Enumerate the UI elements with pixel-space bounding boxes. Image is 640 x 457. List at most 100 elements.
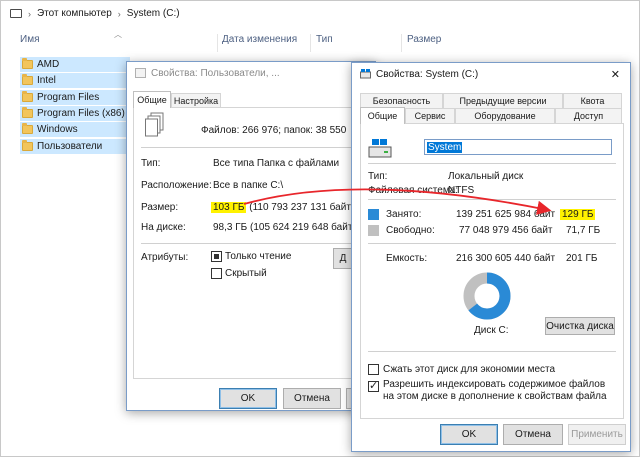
divider xyxy=(368,199,616,200)
files-icon xyxy=(145,112,164,137)
volume-name-value: System xyxy=(427,141,463,153)
tab-sharing[interactable]: Доступ xyxy=(555,108,622,123)
location-value: Все в папке C:\ xyxy=(213,180,284,191)
hidden-label[interactable]: Скрытый xyxy=(225,268,267,279)
column-size[interactable]: Размер xyxy=(407,34,441,52)
divider xyxy=(368,243,616,244)
used-bytes: 139 251 625 984 байт xyxy=(456,209,556,220)
divider xyxy=(141,243,363,244)
breadcrumb-drive[interactable]: System (C:) xyxy=(127,8,180,19)
ok-button[interactable]: OK xyxy=(219,388,277,409)
cancel-button[interactable]: Отмена xyxy=(503,424,563,445)
tab-tools[interactable]: Сервис xyxy=(405,108,455,123)
apply-button[interactable]: Применить xyxy=(568,424,626,445)
column-date[interactable]: Дата изменения xyxy=(222,34,297,52)
column-type[interactable]: Тип xyxy=(316,34,333,52)
type-label: Тип: xyxy=(141,158,161,169)
breadcrumb-separator: › xyxy=(117,8,121,19)
divider xyxy=(141,147,363,148)
column-divider[interactable] xyxy=(217,34,218,52)
tab-quota[interactable]: Квота xyxy=(563,93,622,108)
dialog-title: Свойства: System (C:) xyxy=(376,68,479,80)
folder-icon xyxy=(135,68,146,78)
folder-row-program-files-x86[interactable]: Program Files (x86) xyxy=(20,106,130,121)
close-icon[interactable]: ✕ xyxy=(611,68,620,81)
readonly-checkbox[interactable] xyxy=(211,251,222,262)
folder-row-amd[interactable]: AMD xyxy=(20,57,130,72)
free-gb: 71,7 ГБ xyxy=(566,225,601,236)
folder-row-program-files[interactable]: Program Files xyxy=(20,90,130,105)
size-highlight: 103 ГБ xyxy=(211,202,247,213)
disk-size-label: На диске: xyxy=(141,222,186,233)
used-space-swatch xyxy=(368,209,379,220)
folder-name: Program Files (x86) xyxy=(37,108,125,119)
compress-label[interactable]: Сжать этот диск для экономии места xyxy=(383,364,555,375)
capacity-bytes: 216 300 605 440 байт xyxy=(456,253,556,264)
disk-size-value: 98,3 ГБ (105 624 219 648 байт) xyxy=(213,222,356,233)
cancel-button[interactable]: Отмена xyxy=(283,388,341,409)
readonly-label[interactable]: Только чтение xyxy=(225,251,291,262)
location-label: Расположение: xyxy=(141,180,212,191)
computer-icon xyxy=(10,9,22,18)
drive-icon xyxy=(368,139,392,158)
folder-name: Program Files xyxy=(37,92,100,103)
folder-row-intel[interactable]: Intel xyxy=(20,73,130,88)
folder-icon xyxy=(22,107,33,118)
dialog-users-properties: Свойства: Пользователи, ... Общие Настро… xyxy=(126,61,376,411)
folder-icon xyxy=(22,74,33,85)
tab-security[interactable]: Безопасность xyxy=(360,93,443,108)
column-divider[interactable] xyxy=(310,34,311,52)
tab-general[interactable]: Общие xyxy=(360,107,405,124)
sort-up-icon: ︿ xyxy=(114,30,122,39)
type-value: Локальный диск xyxy=(448,171,524,182)
free-bytes: 77 048 979 456 байт xyxy=(459,225,553,236)
index-checkbox[interactable] xyxy=(368,379,379,392)
filesystem-label: Файловая система: xyxy=(368,185,459,196)
column-name[interactable]: Имя xyxy=(20,34,39,52)
capacity-label: Емкость: xyxy=(386,253,428,264)
attributes-label: Атрибуты: xyxy=(141,252,189,263)
breadcrumb-separator: › xyxy=(28,8,31,19)
drive-icon xyxy=(360,69,371,79)
dialog-title: Свойства: Пользователи, ... xyxy=(151,67,280,79)
folder-name: AMD xyxy=(37,59,60,70)
disk-usage-donut xyxy=(463,272,511,320)
disk-cleanup-button[interactable]: Очистка диска xyxy=(545,317,615,335)
drive-letter-label: Диск С: xyxy=(474,325,509,336)
compress-checkbox[interactable] xyxy=(368,364,379,375)
free-space-swatch xyxy=(368,225,379,236)
column-divider[interactable] xyxy=(401,34,402,52)
tab-general[interactable]: Общие xyxy=(133,91,171,108)
folder-name: Windows xyxy=(37,124,78,135)
ok-button[interactable]: OK xyxy=(440,424,498,445)
hidden-checkbox[interactable] xyxy=(211,268,222,279)
used-gb: 129 ГБ xyxy=(560,209,596,220)
divider xyxy=(368,351,616,352)
folder-icon xyxy=(22,91,33,102)
tab-hardware[interactable]: Оборудование xyxy=(455,108,555,123)
index-label[interactable]: Разрешить индексировать содержимое файло… xyxy=(383,379,611,403)
tab-customize[interactable]: Настройка xyxy=(171,93,221,108)
free-label: Свободно: xyxy=(386,225,435,236)
type-label: Тип: xyxy=(368,171,388,182)
size-label: Размер: xyxy=(141,202,179,213)
files-summary: Файлов: 266 976; папок: 38 550 xyxy=(201,125,347,136)
capacity-gb: 201 ГБ xyxy=(566,253,598,264)
folder-name: Пользователи xyxy=(37,141,103,152)
title-bar[interactable]: Свойства: System (C:) ✕ xyxy=(352,63,630,85)
folder-icon xyxy=(22,123,33,134)
type-value: Все типа Папка с файлами xyxy=(213,158,340,169)
title-bar[interactable]: Свойства: Пользователи, ... xyxy=(127,62,375,84)
divider xyxy=(368,163,616,164)
folder-name: Intel xyxy=(37,75,56,86)
tab-previous-versions[interactable]: Предыдущие версии xyxy=(443,93,563,108)
size-bytes: (110 793 237 131 байт) xyxy=(249,202,355,213)
breadcrumb-this-pc[interactable]: Этот компьютер xyxy=(37,8,112,19)
folder-icon xyxy=(22,58,33,69)
filesystem-value: NTFS xyxy=(448,185,475,196)
folder-row-windows[interactable]: Windows xyxy=(20,122,130,137)
volume-name-input[interactable]: System xyxy=(424,139,612,155)
address-bar[interactable]: › Этот компьютер › System (C:) xyxy=(0,0,640,27)
folder-row-users[interactable]: Пользователи xyxy=(20,139,130,154)
advanced-button[interactable]: Д xyxy=(333,248,353,269)
